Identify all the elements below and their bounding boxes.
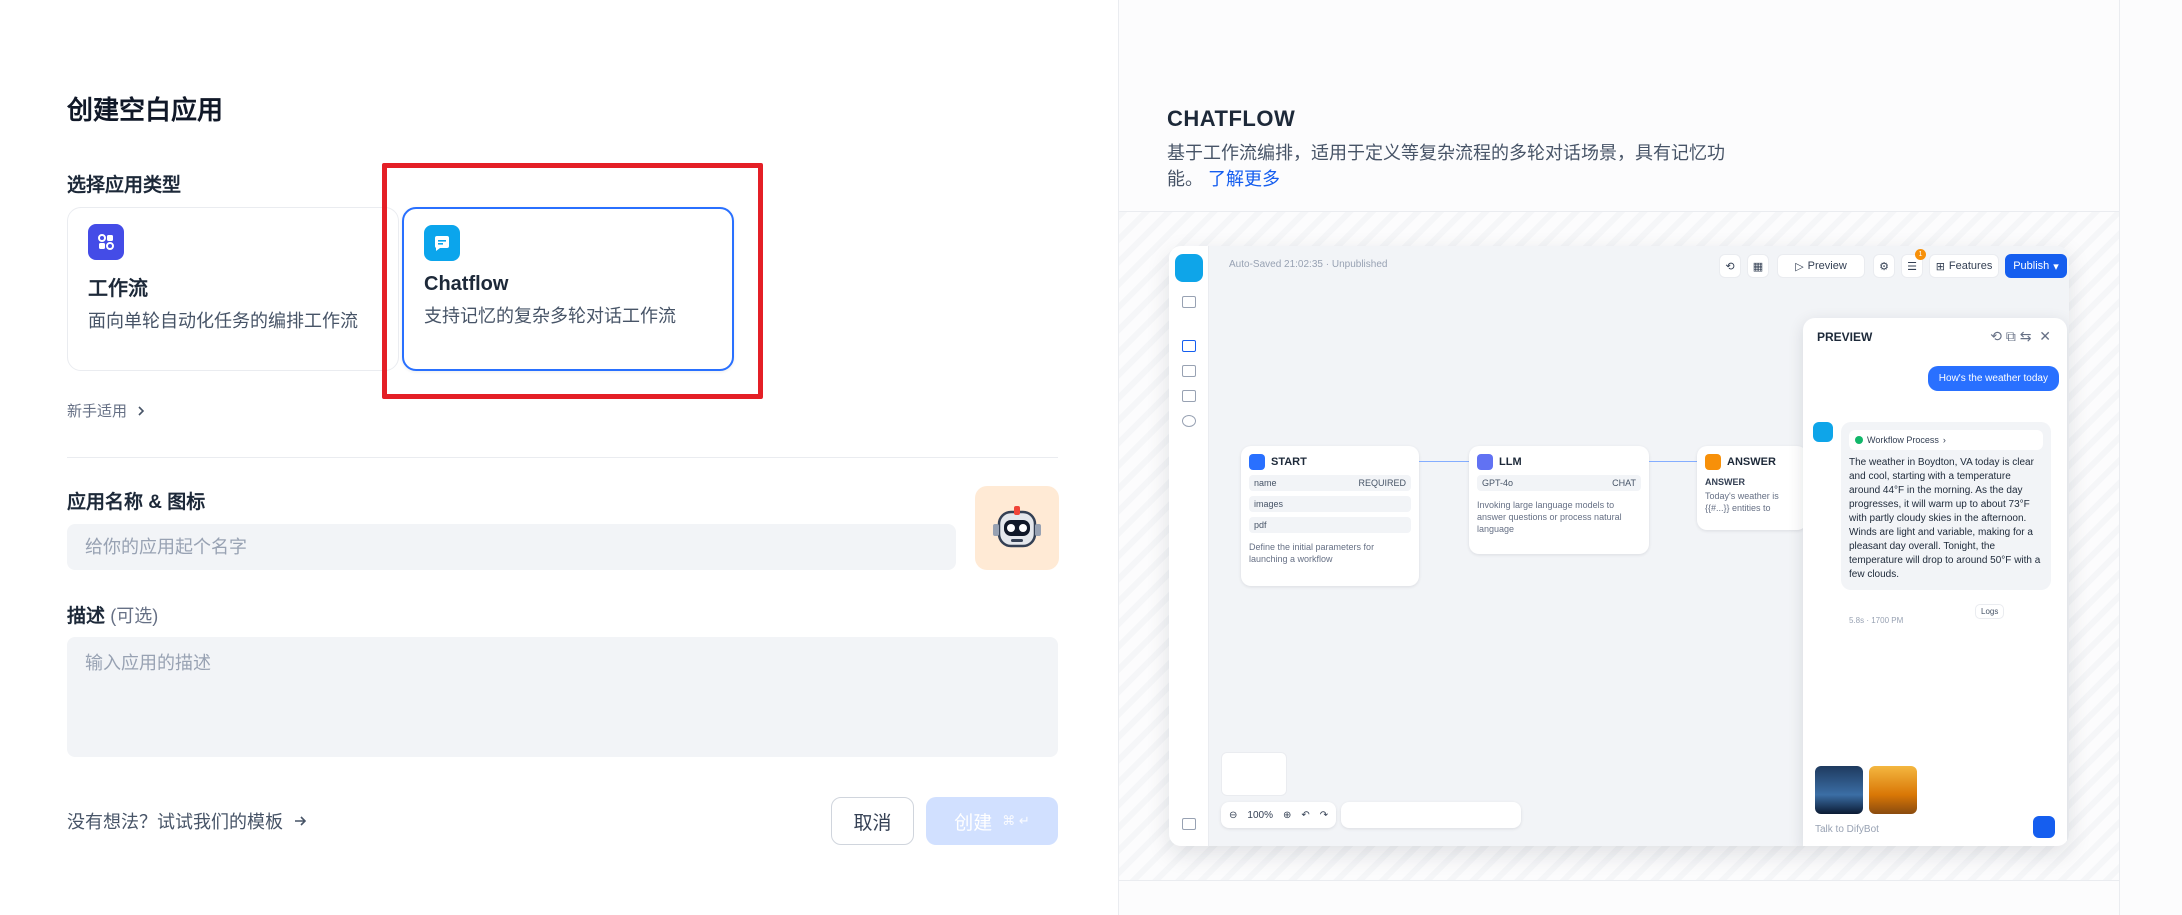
collapse-icon	[1182, 818, 1196, 830]
logs-icon	[1182, 390, 1196, 402]
divider	[67, 457, 1058, 458]
home-icon	[1249, 454, 1265, 470]
app-type-card-workflow[interactable]: 工作流 面向单轮自动化任务的编排工作流	[67, 207, 399, 371]
shortcut-hint: ⌘ ↵	[1002, 813, 1030, 828]
create-button[interactable]: 创建 ⌘ ↵	[926, 797, 1058, 845]
learn-more-link[interactable]: 了解更多	[1208, 169, 1280, 189]
app-type-info: CHATFLOW 基于工作流编排，适用于定义等复杂流程的多轮对话场景，具有记忆功…	[1167, 106, 1727, 192]
model-row: GPT-4o CHAT	[1477, 475, 1641, 491]
create-app-page: 创建空白应用 选择应用类型 工作流 面向单轮自动化任务的编排工作流 Chatfl…	[0, 0, 2182, 915]
image-thumbnail	[1815, 766, 1863, 814]
chevron-right-icon	[138, 405, 145, 416]
grid-icon: ▦	[1747, 254, 1769, 278]
start-node: START name REQUIRED images pdf Define the…	[1241, 446, 1419, 586]
card-desc: 面向单轮自动化任务的编排工作流	[88, 311, 358, 331]
app-type-title: CHATFLOW	[1167, 106, 1296, 131]
canvas-tools	[1341, 802, 1521, 828]
app-type-desc: 基于工作流编排，适用于定义等复杂流程的多轮对话场景，具有记忆功能。 了解更多	[1167, 143, 1725, 189]
history-icon: ⟲	[1719, 254, 1741, 278]
zoom-out-icon: ⊖	[1229, 809, 1238, 821]
chat-input: Talk to DifyBot	[1815, 824, 1879, 835]
monitor-icon	[1182, 415, 1196, 427]
answer-node: ANSWER ANSWER Today's weather is {{#...}…	[1697, 446, 1807, 530]
workflow-icon	[88, 224, 124, 260]
attached-images	[1815, 766, 1917, 814]
editor-sidebar	[1169, 246, 1209, 846]
logs-button: Logs	[1975, 604, 2005, 619]
app-logo-icon	[1175, 254, 1203, 282]
novice-toggle[interactable]: 新手适用	[67, 400, 147, 421]
page-title: 创建空白应用	[67, 95, 224, 125]
preview-button: ▷ Preview	[1777, 254, 1865, 278]
send-icon	[2033, 816, 2055, 838]
optional-hint: (可选)	[110, 606, 159, 626]
minimap	[1221, 752, 1287, 796]
divider	[2119, 0, 2120, 915]
bot-message: Workflow Process › The weather in Boydto…	[1841, 422, 2051, 590]
close-icon: ⟲ ⧉ ⇆ ✕	[1990, 328, 2051, 344]
llm-node: LLM GPT-4o CHAT Invoking large language m…	[1469, 446, 1649, 554]
variable-row: images	[1249, 496, 1411, 512]
redo-icon: ↷	[1319, 809, 1329, 821]
preview-panel: CHATFLOW 基于工作流编排，适用于定义等复杂流程的多轮对话场景，具有记忆功…	[1118, 0, 2182, 915]
cancel-button[interactable]: 取消	[831, 797, 914, 845]
selection-highlight-box	[382, 163, 763, 399]
novice-label: 新手适用	[67, 403, 128, 420]
editor-toolbar: Auto-Saved 21:02:35 · Unpublished ⟲ ▦ ▷ …	[1209, 246, 2069, 286]
answer-icon	[1705, 454, 1721, 470]
card-name: 工作流	[88, 278, 148, 300]
description-input[interactable]	[67, 637, 1058, 757]
badge: 1	[1915, 249, 1926, 260]
checklist-icon: ☰ 1	[1901, 249, 1926, 278]
image-thumbnail	[1869, 766, 1917, 814]
autosave-status: Auto-Saved 21:02:35 · Unpublished	[1229, 259, 1388, 270]
template-link[interactable]: 没有想法？试试我们的模板	[67, 808, 307, 834]
preview-title: PREVIEW	[1817, 330, 1873, 344]
api-icon	[1182, 365, 1196, 377]
bot-avatar-icon	[1813, 422, 1833, 442]
zoom-level: 100%	[1247, 809, 1273, 821]
edge	[1649, 461, 1697, 462]
success-icon	[1855, 436, 1863, 444]
description-label: 描述 (可选)	[67, 606, 159, 627]
undo-icon: ↶	[1301, 809, 1310, 821]
chat-preview-panel: PREVIEW ⟲ ⧉ ⇆ ✕ How's the weather today …	[1803, 318, 2067, 846]
chatflow-screenshot: Auto-Saved 21:02:35 · Unpublished ⟲ ▦ ▷ …	[1169, 246, 2069, 846]
swap-icon	[1182, 296, 1196, 308]
app-type-label: 选择应用类型	[67, 175, 182, 196]
arrow-right-icon	[295, 816, 307, 826]
variable-row: pdf	[1249, 517, 1411, 533]
zoom-controls: ⊖ 100% ⊕ ↶ ↷	[1221, 802, 1337, 828]
robot-avatar-icon	[993, 506, 1041, 548]
llm-icon	[1477, 454, 1493, 470]
variable-row: name REQUIRED	[1249, 475, 1411, 491]
features-button: ⊞ Features	[1929, 254, 1999, 278]
app-name-input[interactable]	[67, 524, 956, 570]
workflow-process: Workflow Process ›	[1849, 430, 2043, 450]
message-meta: 5.8s · 1700 PM	[1849, 616, 1904, 625]
create-form-panel: 创建空白应用 选择应用类型 工作流 面向单轮自动化任务的编排工作流 Chatfl…	[0, 0, 1118, 915]
zoom-in-icon: ⊕	[1282, 809, 1292, 821]
orchestrate-icon	[1182, 340, 1196, 352]
settings-icon: ⚙	[1873, 254, 1895, 278]
edge	[1419, 461, 1469, 462]
app-name-label: 应用名称 & 图标	[67, 492, 206, 513]
publish-button: Publish ▾	[2005, 254, 2067, 278]
app-icon-picker[interactable]	[975, 486, 1059, 570]
user-message: How's the weather today	[1927, 366, 2059, 391]
